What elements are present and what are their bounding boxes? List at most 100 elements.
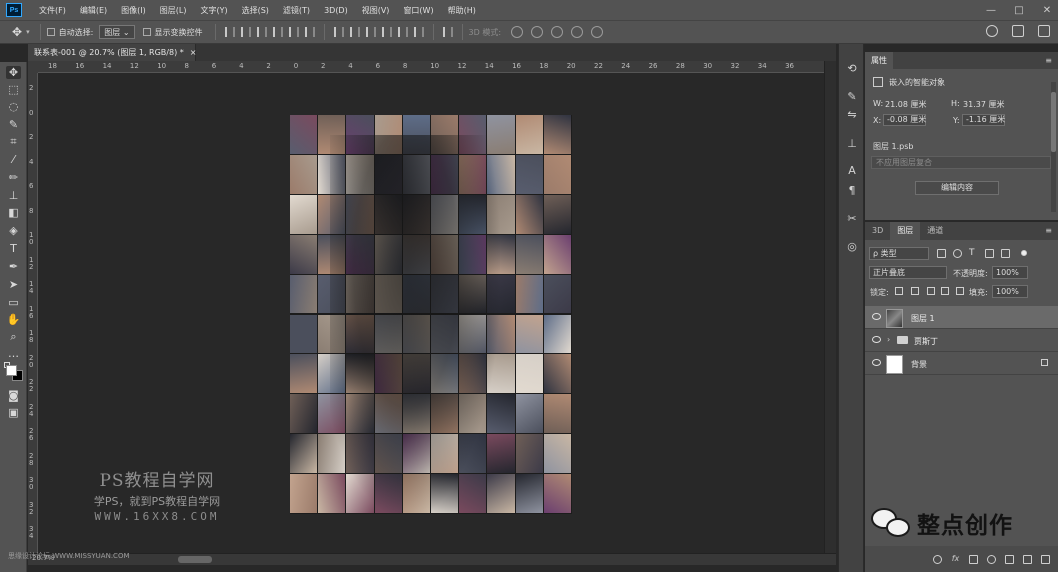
slide-3d-icon[interactable] bbox=[571, 26, 584, 38]
3d-sphere-icon[interactable]: ◎ bbox=[845, 240, 859, 254]
lock-pixels-icon[interactable] bbox=[911, 287, 919, 295]
layer-row-layer1[interactable]: 图层 1 bbox=[865, 306, 1058, 329]
close-button[interactable]: ✕ bbox=[1040, 5, 1054, 16]
menu-layer[interactable]: 图层(L) bbox=[153, 5, 194, 16]
properties-menu-icon[interactable]: ≡ bbox=[1045, 56, 1052, 65]
filter-toggle-icon[interactable] bbox=[1021, 250, 1027, 256]
workspace-icon[interactable] bbox=[1012, 25, 1024, 37]
properties-scrollbar[interactable] bbox=[1051, 82, 1056, 212]
visibility-eye-icon[interactable] bbox=[872, 313, 881, 320]
type-tool-icon[interactable]: T bbox=[6, 242, 21, 255]
new-group-icon[interactable] bbox=[1005, 554, 1014, 564]
show-transform-option[interactable]: 显示变换控件 bbox=[142, 27, 203, 38]
menu-3d[interactable]: 3D(D) bbox=[317, 6, 355, 15]
quick-select-tool-icon[interactable]: ✎ bbox=[6, 118, 21, 131]
document-tab[interactable]: 联系表-001 @ 20.7% (图层 1, RGB/8) * × bbox=[28, 44, 196, 61]
auto-select-option[interactable]: 自动选择: bbox=[46, 27, 93, 38]
share-icon[interactable] bbox=[1038, 25, 1050, 37]
lock-position-icon[interactable] bbox=[927, 287, 935, 295]
distribute-vcenter-icon[interactable] bbox=[349, 27, 360, 37]
move-icon[interactable]: ✥ bbox=[12, 25, 22, 39]
path-select-tool-icon[interactable]: ➤ bbox=[6, 278, 21, 291]
auto-select-target-select[interactable]: 图层 ⌄ bbox=[99, 25, 135, 39]
layers-menu-icon[interactable]: ≡ bbox=[1045, 226, 1052, 235]
filter-pixel-icon[interactable] bbox=[937, 249, 946, 258]
distribute-bottom-icon[interactable] bbox=[365, 27, 376, 37]
filter-shape-icon[interactable] bbox=[985, 249, 994, 258]
distribute-hcenter-icon[interactable] bbox=[397, 27, 408, 37]
tab-layers[interactable]: 图层 bbox=[890, 222, 921, 240]
tab-channels[interactable]: 通道 bbox=[920, 222, 950, 240]
rectangle-tool-icon[interactable]: ▭ bbox=[6, 296, 21, 309]
stamp-tool-icon[interactable]: ⊥ bbox=[6, 189, 21, 202]
horizontal-scrollbar[interactable]: 20.7% bbox=[28, 553, 836, 565]
adjustment-layer-icon[interactable] bbox=[987, 554, 996, 564]
minimize-button[interactable]: — bbox=[984, 5, 998, 16]
zoom-tool-icon[interactable]: ⌕ bbox=[6, 330, 21, 343]
layer-filter-select[interactable]: ρ 类型 bbox=[869, 247, 929, 260]
edit-contents-button[interactable]: 编辑内容 bbox=[915, 181, 999, 195]
roll-3d-icon[interactable] bbox=[531, 26, 544, 38]
align-right-icon[interactable] bbox=[304, 27, 315, 37]
menu-file[interactable]: 文件(F) bbox=[32, 5, 73, 16]
history-icon[interactable]: ⟲ bbox=[845, 62, 859, 76]
x-input[interactable]: -0.08 厘米 bbox=[883, 114, 926, 126]
crop-tool-icon[interactable]: ⌗ bbox=[6, 135, 21, 148]
lock-all-icon[interactable] bbox=[956, 287, 964, 295]
menu-select[interactable]: 选择(S) bbox=[235, 5, 276, 16]
vertical-scrollbar[interactable] bbox=[824, 61, 836, 553]
auto-align-icon[interactable] bbox=[442, 27, 453, 37]
horizontal-scroll-thumb[interactable] bbox=[178, 556, 212, 563]
filter-smart-object-icon[interactable] bbox=[1001, 249, 1010, 258]
camera-3d-icon[interactable] bbox=[591, 26, 604, 38]
lock-artboard-icon[interactable] bbox=[941, 287, 949, 295]
menu-image[interactable]: 图像(I) bbox=[114, 5, 153, 16]
marquee-tool-icon[interactable]: ⬚ bbox=[6, 83, 21, 96]
layer-comp-select[interactable]: 不应用图层复合 bbox=[871, 156, 1051, 169]
layer-name[interactable]: 背景 bbox=[911, 359, 927, 370]
tools-preset-icon[interactable]: ✂ bbox=[845, 212, 859, 226]
menu-view[interactable]: 视图(V) bbox=[355, 5, 397, 16]
tab-3d[interactable]: 3D bbox=[865, 222, 890, 240]
foreground-color-swatch[interactable] bbox=[6, 365, 17, 376]
fx-icon[interactable]: fx bbox=[951, 554, 960, 564]
blend-mode-select[interactable]: 正片叠底 bbox=[869, 266, 947, 279]
screen-mode-icon[interactable]: ▣ bbox=[6, 406, 21, 419]
bucket-tool-icon[interactable]: ◈ bbox=[6, 224, 21, 237]
menu-edit[interactable]: 编辑(E) bbox=[73, 5, 114, 16]
align-left-icon[interactable] bbox=[272, 27, 283, 37]
width-value[interactable]: 21.08 厘米 bbox=[885, 99, 926, 110]
filter-adjustment-icon[interactable] bbox=[953, 249, 962, 258]
menu-type[interactable]: 文字(Y) bbox=[193, 5, 234, 16]
brush-settings-icon[interactable]: ✎ bbox=[845, 90, 859, 104]
clone-source-icon[interactable]: ⊥ bbox=[845, 137, 859, 151]
show-transform-checkbox[interactable] bbox=[142, 28, 151, 36]
trash-icon[interactable] bbox=[1041, 554, 1050, 564]
add-mask-icon[interactable] bbox=[969, 554, 978, 564]
group-expand-chevron-icon[interactable]: › bbox=[887, 335, 890, 344]
link-layers-icon[interactable] bbox=[933, 554, 942, 564]
color-swatches[interactable] bbox=[4, 362, 24, 384]
lock-transparent-icon[interactable] bbox=[895, 287, 903, 295]
visibility-eye-icon[interactable] bbox=[872, 359, 881, 366]
layer-row-group[interactable]: › 贾斯丁 bbox=[865, 329, 1058, 352]
auto-select-checkbox[interactable] bbox=[46, 28, 55, 36]
pen-tool-icon[interactable]: ✒ bbox=[6, 260, 21, 273]
maximize-button[interactable]: □ bbox=[1012, 5, 1026, 16]
move-tool-icon[interactable]: ✥ bbox=[6, 66, 21, 79]
align-top-icon[interactable] bbox=[224, 27, 235, 37]
fill-input[interactable]: 100% bbox=[992, 285, 1028, 298]
layer-name[interactable]: 图层 1 bbox=[911, 313, 935, 324]
adjustments-icon[interactable]: ⇋ bbox=[845, 108, 859, 122]
distribute-right-icon[interactable] bbox=[413, 27, 424, 37]
align-hcenter-icon[interactable] bbox=[288, 27, 299, 37]
distribute-left-icon[interactable] bbox=[381, 27, 392, 37]
tool-preset-chevron-icon[interactable]: ▾ bbox=[26, 28, 30, 36]
paragraph-icon[interactable]: ¶ bbox=[845, 184, 859, 198]
new-layer-icon[interactable] bbox=[1023, 554, 1032, 564]
menu-filter[interactable]: 滤镜(T) bbox=[276, 5, 317, 16]
layer-row-background[interactable]: 背景 bbox=[865, 352, 1058, 375]
align-bottom-icon[interactable] bbox=[256, 27, 267, 37]
document-canvas[interactable] bbox=[290, 115, 572, 514]
align-vcenter-icon[interactable] bbox=[240, 27, 251, 37]
